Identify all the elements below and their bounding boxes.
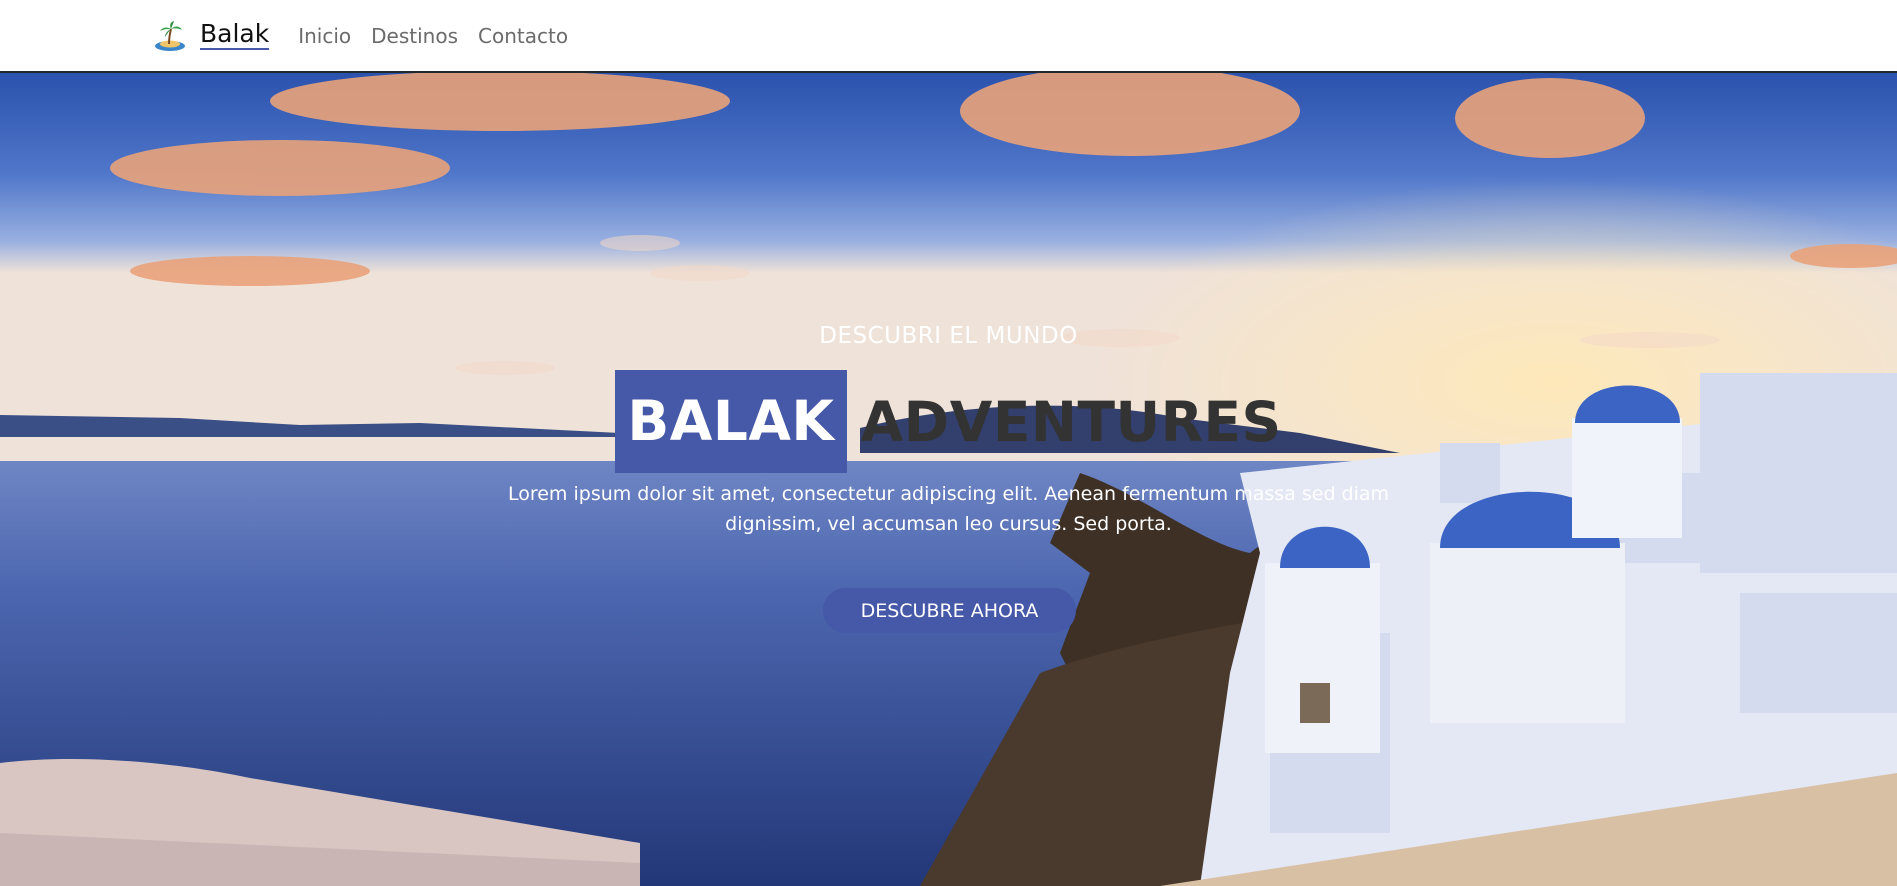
palm-island-icon: [155, 20, 185, 51]
nav-link-contacto[interactable]: Contacto: [478, 24, 568, 48]
hero-description: Lorem ipsum dolor sit amet, consectetur …: [507, 483, 1390, 535]
hero-content: DESCUBRI EL MUNDO BALAK ADVENTURES Lorem…: [0, 73, 1897, 886]
main-nav: Inicio Destinos Contacto: [298, 24, 588, 48]
hero-title-highlight: BALAK: [615, 370, 847, 473]
hero-section: DESCUBRI EL MUNDO BALAK ADVENTURES Lorem…: [0, 73, 1897, 886]
nav-link-inicio[interactable]: Inicio: [298, 24, 351, 48]
hero-title: BALAK ADVENTURES: [0, 370, 1897, 473]
hero-title-rest: ADVENTURES: [860, 389, 1282, 454]
hero-eyebrow: DESCUBRI EL MUNDO: [819, 323, 1078, 349]
brand-name: Balak: [200, 19, 270, 50]
brand-link[interactable]: Balak: [153, 19, 270, 53]
discover-now-button[interactable]: DESCUBRE AHORA: [823, 588, 1076, 633]
nav-link-destinos[interactable]: Destinos: [371, 24, 458, 48]
top-navbar: Balak Inicio Destinos Contacto: [0, 0, 1897, 73]
